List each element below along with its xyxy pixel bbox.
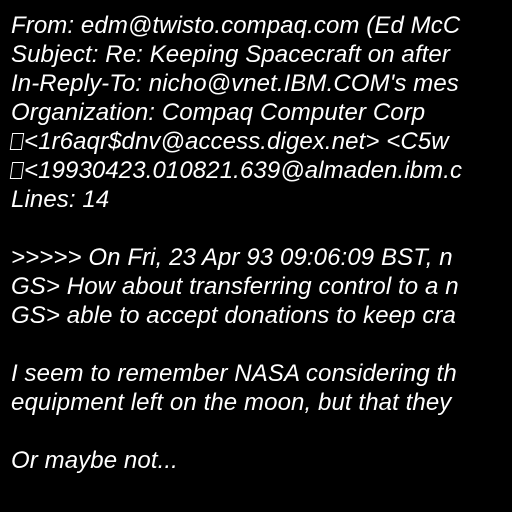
paragraph-1-line-1: I seem to remember NASA considering th	[11, 360, 457, 387]
references-1-text: <1r6aqr$dnv@access.digex.net> <C5w	[24, 128, 449, 155]
header-from: From: edm@twisto.compaq.com (Ed McC	[11, 12, 461, 39]
header-subject: Subject: Re: Keeping Spacecraft on after	[11, 41, 450, 68]
header-references-1: <1r6aqr$dnv@access.digex.net> <C5w	[9, 127, 462, 156]
missing-character-box-icon	[9, 133, 25, 150]
email-message: From: edm@twisto.compaq.com (Ed McC Subj…	[9, 11, 463, 475]
header-in-reply-to: In-Reply-To: nicho@vnet.IBM.COM's mes	[11, 70, 459, 97]
header-references-2: <19930423.010821.639@almaden.ibm.c	[9, 156, 463, 185]
quote-line-1: >>>>> On Fri, 23 Apr 93 09:06:09 BST, n	[11, 244, 453, 271]
paragraph-2: Or maybe not...	[11, 447, 178, 474]
references-2-text: <19930423.010821.639@almaden.ibm.c	[24, 157, 463, 184]
header-lines: Lines: 14	[11, 186, 110, 213]
paragraph-1-line-2: equipment left on the moon, but that the…	[11, 389, 452, 416]
missing-character-box-icon	[9, 162, 25, 179]
quote-line-2: GS> How about transferring control to a …	[11, 273, 459, 300]
email-text-page: From: edm@twisto.compaq.com (Ed McC Subj…	[0, 0, 512, 512]
quote-line-3: GS> able to accept donations to keep cra	[11, 302, 456, 329]
header-organization: Organization: Compaq Computer Corp	[11, 99, 426, 126]
